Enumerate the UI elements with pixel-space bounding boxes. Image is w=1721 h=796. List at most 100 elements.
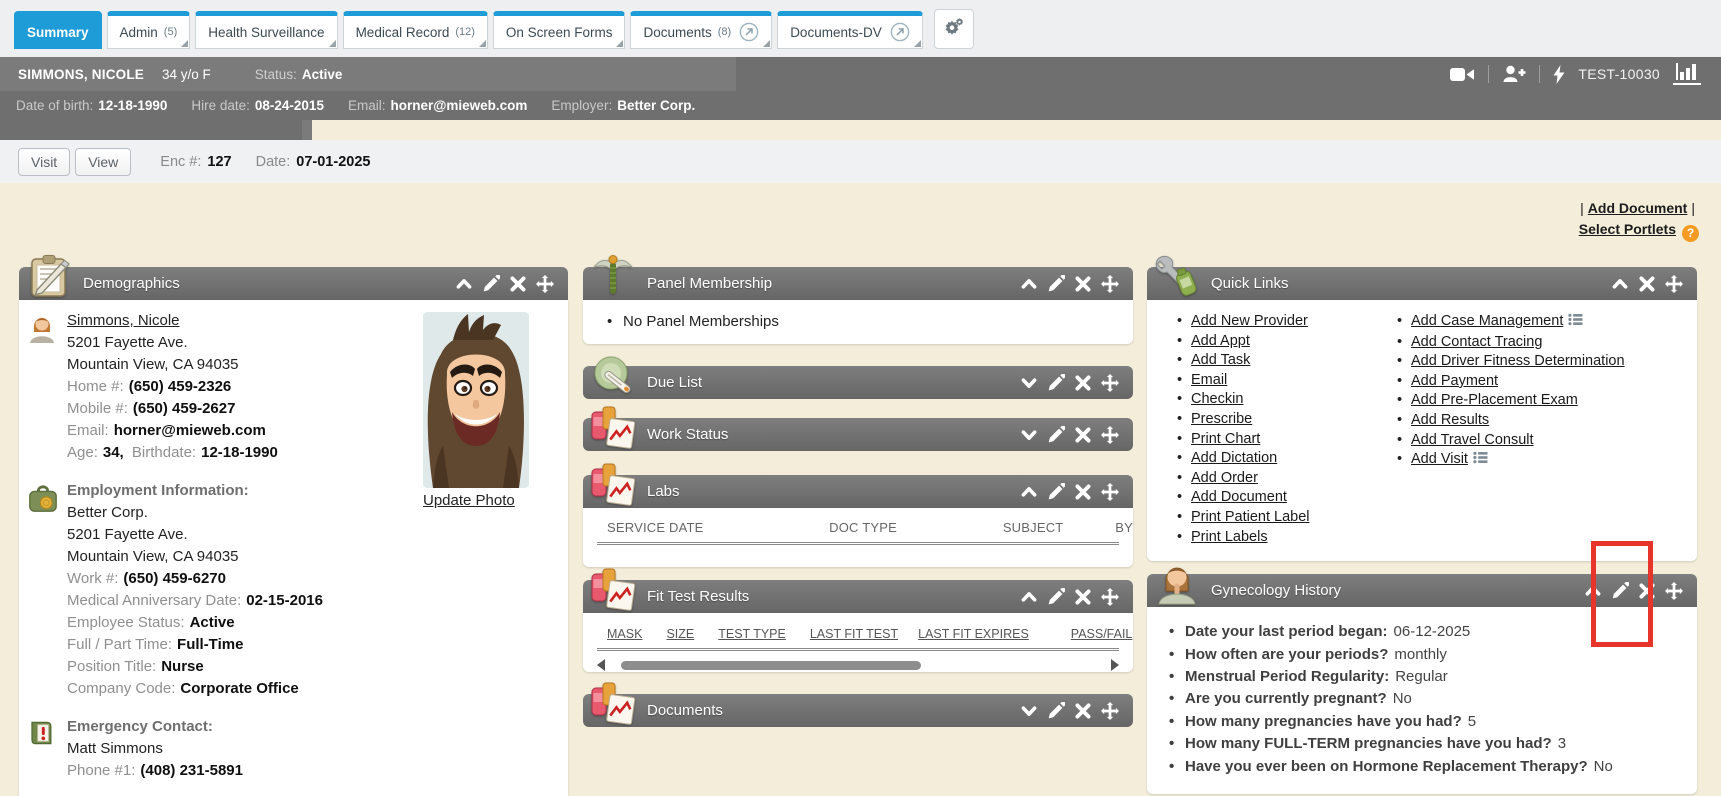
list-view-icon[interactable] (1473, 451, 1488, 471)
gyn-item: Are you currently pregnant?No (1147, 688, 1697, 710)
help-icon[interactable]: ? (1682, 225, 1699, 242)
edit-icon[interactable] (1047, 374, 1065, 392)
close-icon[interactable] (1074, 588, 1092, 606)
edit-icon[interactable] (482, 275, 500, 293)
close-icon[interactable] (1074, 426, 1092, 444)
add-new-provider-link[interactable]: Add New Provider (1191, 313, 1308, 329)
scroll-left-arrow[interactable] (597, 659, 605, 671)
collapse-icon[interactable] (1020, 275, 1038, 293)
add-results-link[interactable]: Add Results (1411, 412, 1489, 428)
col-size[interactable]: SIZE (666, 627, 694, 641)
close-icon[interactable] (1074, 275, 1092, 293)
select-portlets-link[interactable]: Select Portlets (1579, 221, 1676, 237)
close-icon[interactable] (1638, 275, 1656, 293)
page-actions: |Add Document| Select Portlets? (1576, 198, 1699, 242)
move-icon[interactable] (1101, 275, 1119, 293)
close-icon[interactable] (509, 275, 527, 293)
visit-button[interactable]: Visit (18, 148, 70, 176)
prescribe-link[interactable]: Prescribe (1191, 411, 1252, 427)
open-new-window-icon[interactable] (739, 22, 759, 42)
expand-icon[interactable] (1020, 426, 1038, 444)
col-mask[interactable]: MASK (607, 627, 642, 641)
edit-icon[interactable] (1047, 702, 1065, 720)
add-visit-link[interactable]: Add Visit (1411, 451, 1468, 467)
move-icon[interactable] (1101, 702, 1119, 720)
tab-documents[interactable]: Documents (8) (630, 11, 772, 49)
move-icon[interactable] (1101, 588, 1119, 606)
close-icon[interactable] (1074, 374, 1092, 392)
add-task-link[interactable]: Add Task (1191, 352, 1250, 368)
edit-icon[interactable] (1611, 582, 1629, 600)
close-icon[interactable] (1074, 483, 1092, 501)
list-view-icon[interactable] (1568, 313, 1583, 333)
tab-summary[interactable]: Summary (14, 11, 102, 49)
view-button[interactable]: View (75, 148, 131, 176)
tab-label: Summary (27, 25, 89, 40)
add-payment-link[interactable]: Add Payment (1411, 373, 1498, 389)
tab-on-screen-forms[interactable]: On Screen Forms (493, 11, 626, 49)
move-icon[interactable] (1101, 374, 1119, 392)
print-labels-link[interactable]: Print Labels (1191, 529, 1268, 545)
checkin-link[interactable]: Checkin (1191, 391, 1243, 407)
home-phone-value: (650) 459-2326 (129, 378, 232, 395)
quick-action-bolt-icon[interactable] (1553, 65, 1565, 84)
move-icon[interactable] (536, 275, 554, 293)
flowsheet-chart-icon[interactable] (1673, 63, 1701, 85)
update-photo-link[interactable]: Update Photo (423, 492, 515, 509)
add-appt-link[interactable]: Add Appt (1191, 333, 1250, 349)
expand-icon[interactable] (1020, 374, 1038, 392)
tab-admin[interactable]: Admin (5) (107, 11, 191, 49)
print-chart-link[interactable]: Print Chart (1191, 431, 1260, 447)
move-icon[interactable] (1665, 275, 1683, 293)
close-icon[interactable] (1074, 702, 1092, 720)
scroll-right-arrow[interactable] (1111, 659, 1119, 671)
open-new-window-icon[interactable] (890, 22, 910, 42)
portlet-title: Documents (647, 702, 723, 719)
edit-icon[interactable] (1047, 588, 1065, 606)
add-order-link[interactable]: Add Order (1191, 470, 1258, 486)
scrollbar-thumb[interactable] (621, 661, 921, 670)
list-item: Checkin (1175, 390, 1383, 410)
move-icon[interactable] (1665, 582, 1683, 600)
collapse-icon[interactable] (455, 275, 473, 293)
add-dictation-link[interactable]: Add Dictation (1191, 450, 1277, 466)
add-driver-fitness-link[interactable]: Add Driver Fitness Determination (1411, 353, 1625, 369)
video-call-icon[interactable] (1450, 66, 1475, 83)
move-icon[interactable] (1101, 426, 1119, 444)
move-icon[interactable] (1101, 483, 1119, 501)
col-last-fit-expires[interactable]: LAST FIT EXPIRES (918, 627, 1029, 641)
collapse-icon[interactable] (1020, 483, 1038, 501)
patient-name-link[interactable]: Simmons, Nicole (67, 312, 180, 329)
labs-table-header: SERVICE DATE DOC TYPE SUBJECT BY (583, 508, 1133, 535)
email-link[interactable]: Email (1191, 372, 1227, 388)
edit-icon[interactable] (1047, 426, 1065, 444)
add-user-icon[interactable] (1502, 65, 1526, 83)
tab-health-surveillance[interactable]: Health Surveillance (195, 11, 337, 49)
col-service-date: SERVICE DATE (607, 520, 829, 535)
add-contact-tracing-link[interactable]: Add Contact Tracing (1411, 334, 1542, 350)
add-document-link[interactable]: Add Document (1588, 200, 1688, 216)
tab-medical-record[interactable]: Medical Record (12) (343, 11, 488, 49)
home-phone-label: Home #: (67, 378, 124, 395)
add-document-link[interactable]: Add Document (1191, 489, 1287, 505)
close-icon[interactable] (1638, 582, 1656, 600)
collapse-icon[interactable] (1611, 275, 1629, 293)
collapse-icon[interactable] (1584, 582, 1602, 600)
table-rule (597, 648, 1119, 651)
expand-icon[interactable] (1020, 702, 1038, 720)
col-last-fit-test[interactable]: LAST FIT TEST (810, 627, 898, 641)
print-patient-label-link[interactable]: Print Patient Label (1191, 509, 1310, 525)
edit-icon[interactable] (1047, 483, 1065, 501)
add-case-management-link[interactable]: Add Case Management (1411, 313, 1563, 329)
tab-documents-dv[interactable]: Documents-DV (777, 11, 923, 49)
add-pre-placement-exam-link[interactable]: Add Pre-Placement Exam (1411, 392, 1578, 408)
collapse-icon[interactable] (1020, 588, 1038, 606)
panel-membership-body: No Panel Memberships (583, 300, 1133, 344)
add-travel-consult-link[interactable]: Add Travel Consult (1411, 432, 1534, 448)
tab-settings-button[interactable] (934, 9, 974, 49)
col-test-type[interactable]: TEST TYPE (718, 627, 786, 641)
gyn-question: How many pregnancies have you had? (1185, 713, 1462, 730)
list-item: Add Payment (1395, 372, 1625, 392)
edit-icon[interactable] (1047, 275, 1065, 293)
col-pass-fail[interactable]: PASS/FAIL (1071, 627, 1133, 641)
